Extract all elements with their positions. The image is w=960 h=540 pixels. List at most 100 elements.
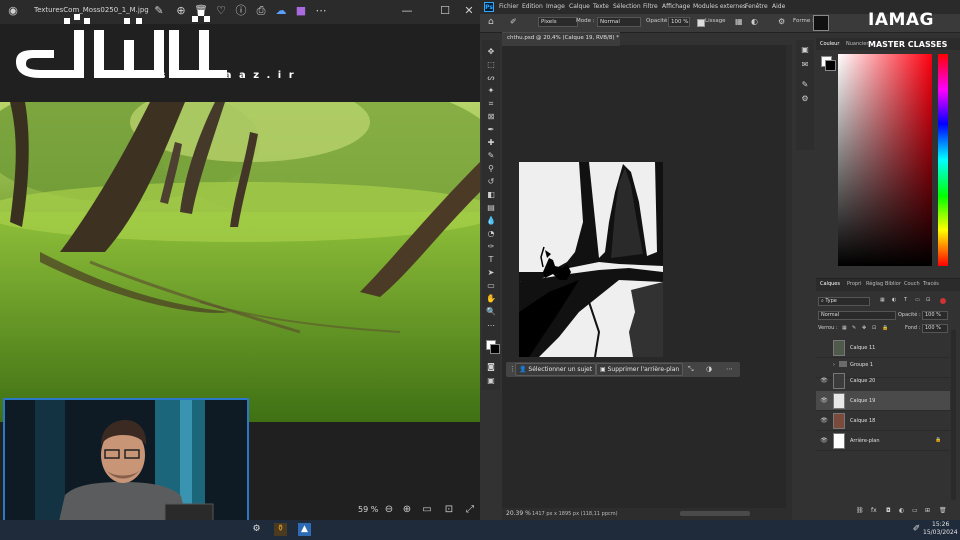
drag-handle-icon[interactable]: ⋮: [509, 364, 516, 375]
filter-smart-icon[interactable]: ⊡: [926, 297, 930, 303]
new-layer-icon[interactable]: ⊞: [925, 507, 930, 514]
minimize-icon[interactable]: —: [400, 4, 414, 18]
stamp-tool-icon[interactable]: ⚲: [485, 163, 497, 175]
screen-mode-icon[interactable]: ▣: [485, 375, 497, 387]
history-panel-icon[interactable]: ▣: [800, 45, 810, 55]
zoom-in-icon[interactable]: ⊕: [400, 503, 414, 517]
tab-calques[interactable]: Calques: [820, 281, 840, 287]
new-group-icon[interactable]: ▭: [912, 507, 918, 514]
filter-shape-icon[interactable]: ▭: [915, 297, 920, 303]
fullscreen-icon[interactable]: ⤢: [463, 503, 477, 517]
pen-tray-icon[interactable]: ✐: [910, 523, 923, 536]
more-options-icon[interactable]: ⋯: [726, 364, 736, 375]
quick-select-tool-icon[interactable]: ✦: [485, 85, 497, 97]
menu-selection[interactable]: Sélection: [613, 3, 641, 10]
print-icon[interactable]: ⎙: [254, 4, 268, 18]
filter-adjust-icon[interactable]: ◐: [892, 297, 896, 303]
tab-traces[interactable]: Tracés: [923, 281, 939, 287]
status-zoom[interactable]: 20.39 %: [506, 510, 531, 517]
menu-texte[interactable]: Texte: [593, 3, 609, 10]
more-icon[interactable]: ⋯: [314, 4, 328, 18]
close-icon[interactable]: ✕: [462, 4, 476, 18]
actual-size-icon[interactable]: ⊡: [442, 503, 456, 517]
taskbar-time[interactable]: 15:26: [932, 521, 949, 528]
editor-app-icon[interactable]: ■: [294, 4, 308, 18]
gradient-tool-icon[interactable]: ▤: [485, 202, 497, 214]
lock-paint-icon[interactable]: ✎: [852, 325, 856, 331]
tool-preset-icon[interactable]: ✐: [510, 16, 524, 28]
layer-filter-select[interactable]: ⌕ Type: [818, 297, 870, 306]
hue-slider[interactable]: [938, 54, 948, 266]
shape-tool-icon[interactable]: ▭: [485, 280, 497, 292]
group-expand-icon[interactable]: ›: [833, 362, 835, 368]
lock-artboard-icon[interactable]: ⊡: [872, 325, 876, 331]
horizontal-scrollbar-thumb[interactable]: [680, 511, 750, 516]
onedrive-icon[interactable]: ☁: [274, 4, 288, 18]
adjustments-panel-icon[interactable]: ⚙: [800, 94, 810, 104]
menu-fichier[interactable]: Fichier: [499, 3, 519, 10]
menu-modules-externes[interactable]: Modules externes: [693, 3, 746, 10]
tab-couleur[interactable]: Couleur: [820, 41, 839, 47]
add-mask-icon[interactable]: ◘: [886, 507, 891, 514]
menu-fenetre[interactable]: Fenêtre: [745, 3, 768, 10]
tab-bibliotheques[interactable]: Biblior: [885, 281, 901, 287]
maximize-icon[interactable]: ☐: [438, 4, 452, 18]
healing-tool-icon[interactable]: ✚: [485, 137, 497, 149]
artwork-canvas[interactable]: [519, 162, 663, 357]
layers-opacity-field[interactable]: 100 %: [922, 311, 948, 320]
transform-icon[interactable]: ⤡: [688, 364, 698, 375]
marquee-tool-icon[interactable]: ⬚: [485, 59, 497, 71]
blur-tool-icon[interactable]: 💧: [485, 215, 497, 227]
menu-image[interactable]: Image: [546, 3, 565, 10]
background-color-swatch[interactable]: [490, 344, 500, 354]
taskbar-date[interactable]: 15/03/2024: [923, 529, 958, 536]
pen-tool-icon[interactable]: ✑: [485, 241, 497, 253]
settings-icon[interactable]: ⚙: [778, 16, 790, 28]
history-brush-icon[interactable]: ↺: [485, 176, 497, 188]
opacity-field[interactable]: 100 %: [668, 17, 690, 27]
transparent-pixels-icon[interactable]: ▦: [735, 16, 747, 28]
app-taskbar-icon[interactable]: ⚱: [274, 523, 287, 536]
menu-edition[interactable]: Edition: [522, 3, 543, 10]
quick-mask-icon[interactable]: ◙: [485, 361, 497, 373]
frame-tool-icon[interactable]: ⊠: [485, 111, 497, 123]
tab-proprietes[interactable]: Propri: [847, 281, 862, 287]
move-tool-icon[interactable]: ✥: [485, 46, 497, 58]
filter-pixel-icon[interactable]: ▦: [880, 297, 885, 303]
fill-field[interactable]: 100 %: [922, 324, 948, 333]
lasso-tool-icon[interactable]: ᔕ: [485, 72, 497, 84]
settings-taskbar-icon[interactable]: ⚙: [250, 523, 263, 536]
tab-nuancier[interactable]: Nuancier: [846, 41, 868, 47]
vertical-scrollbar[interactable]: [786, 45, 792, 508]
adjustment-layer-icon[interactable]: ◐: [899, 507, 904, 514]
color-picker-field[interactable]: [838, 54, 932, 266]
hand-tool-icon[interactable]: ✋: [485, 293, 497, 305]
comments-panel-icon[interactable]: ✉: [800, 60, 810, 70]
filter-type-icon[interactable]: T: [904, 297, 907, 303]
lock-pixels-icon[interactable]: ▦: [842, 325, 847, 331]
layer-style-icon[interactable]: fx: [871, 507, 877, 514]
path-select-tool-icon[interactable]: ➤: [485, 267, 497, 279]
select-subject-button[interactable]: 👤 Sélectionner un sujet: [515, 363, 597, 376]
visibility-eye-icon[interactable]: 👁: [820, 397, 828, 405]
layers-scrollbar[interactable]: [951, 330, 956, 500]
eyedropper-tool-icon[interactable]: ✒: [485, 124, 497, 136]
menu-aide[interactable]: Aide: [772, 3, 785, 10]
antialias-icon[interactable]: ◐: [751, 16, 763, 28]
fit-window-icon[interactable]: ▭: [420, 503, 434, 517]
zoom-out-icon[interactable]: ⊖: [382, 503, 396, 517]
menu-calque[interactable]: Calque: [569, 3, 590, 10]
shape-preview[interactable]: [813, 15, 829, 31]
brush-settings-icon[interactable]: ✎: [800, 80, 810, 90]
menu-filtre[interactable]: Filtre: [643, 3, 658, 10]
tab-reglages[interactable]: Réglag: [866, 281, 883, 287]
filter-toggle[interactable]: [940, 298, 946, 304]
dodge-tool-icon[interactable]: ◔: [485, 228, 497, 240]
type-tool-icon[interactable]: T: [485, 254, 497, 266]
menu-affichage[interactable]: Affichage: [662, 3, 690, 10]
crop-tool-icon[interactable]: ⌗: [485, 98, 497, 110]
remove-background-button[interactable]: ▣ Supprimer l'arrière-plan: [596, 363, 684, 376]
lock-all-icon[interactable]: 🔒: [882, 325, 888, 331]
lock-move-icon[interactable]: ✥: [862, 325, 866, 331]
tab-couches[interactable]: Couch: [904, 281, 920, 287]
